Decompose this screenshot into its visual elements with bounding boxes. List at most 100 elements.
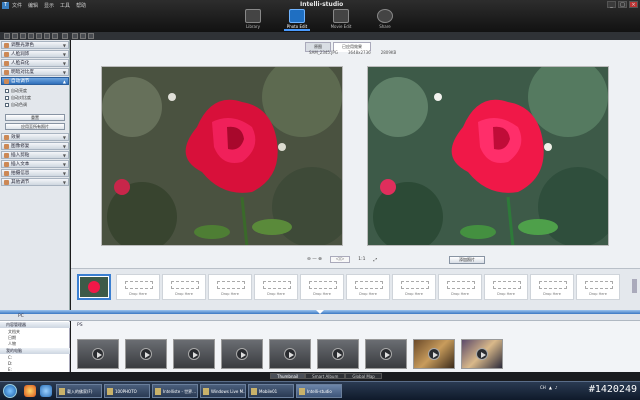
- redo-icon[interactable]: [62, 33, 68, 39]
- taskbar-item[interactable]: Mobile01: [248, 384, 294, 398]
- menu-tools[interactable]: 工具: [60, 2, 70, 9]
- menu-help[interactable]: 帮助: [76, 2, 86, 9]
- section-light[interactable]: 调整光源色 ▼: [1, 41, 69, 49]
- undo-icon[interactable]: [52, 33, 58, 39]
- section-info[interactable]: 拍摄信息 ▼: [1, 169, 69, 177]
- tree-item[interactable]: C:: [8, 355, 12, 360]
- tab-thumbnail[interactable]: Thumbnail: [270, 373, 306, 379]
- video-thumbnail[interactable]: [125, 339, 167, 369]
- video-thumbnail[interactable]: [461, 339, 503, 369]
- taskbar-item[interactable]: 载入的佛家(F): [56, 384, 102, 398]
- rotate-right-icon[interactable]: [80, 33, 86, 39]
- menu-file[interactable]: 文件: [12, 2, 22, 9]
- copy-icon[interactable]: [20, 33, 26, 39]
- section-text[interactable]: 插入文本 ▼: [1, 160, 69, 168]
- drop-label: Drop Here: [589, 292, 607, 296]
- drop-slot[interactable]: Drop Here: [392, 274, 436, 300]
- video-thumbnail[interactable]: [317, 339, 359, 369]
- section-face-whiten[interactable]: 人脸白化 ▼: [1, 59, 69, 67]
- drop-slot[interactable]: Drop Here: [576, 274, 620, 300]
- filmstrip-scroll-arrow[interactable]: [632, 279, 637, 293]
- print-icon[interactable]: [36, 33, 42, 39]
- section-clip[interactable]: 插入剪贴 ▼: [1, 151, 69, 159]
- checkbox[interactable]: [5, 103, 9, 107]
- tree-section-content-manager[interactable]: 内容管理器: [0, 322, 70, 328]
- actual-size-button[interactable]: 1:1: [358, 257, 365, 262]
- video-thumbnail[interactable]: [413, 339, 455, 369]
- rotate-left-icon[interactable]: [72, 33, 78, 39]
- drop-slot[interactable]: Drop Here: [530, 274, 574, 300]
- section-face-retouch[interactable]: 人脸润饰 ▼: [1, 50, 69, 58]
- tab-global-map[interactable]: Global Map: [345, 373, 382, 379]
- drop-slot[interactable]: Drop Here: [438, 274, 482, 300]
- drop-slot[interactable]: Drop Here: [208, 274, 252, 300]
- tree-item[interactable]: D:: [8, 361, 12, 366]
- zoom-slider[interactable]: ⊖ — ⊕: [307, 257, 322, 262]
- save-icon[interactable]: [4, 33, 10, 39]
- photo-original[interactable]: [101, 66, 343, 246]
- section-effect[interactable]: 效果 ▼: [1, 133, 69, 141]
- mode-movie-edit[interactable]: Movie Edit: [328, 9, 354, 31]
- chevron-down-icon: ▼: [62, 162, 66, 167]
- start-button[interactable]: [3, 384, 17, 398]
- option-auto-contrast[interactable]: 自动对比度: [5, 95, 31, 101]
- drop-slot[interactable]: Drop Here: [116, 274, 160, 300]
- video-thumbnail[interactable]: [269, 339, 311, 369]
- checkbox[interactable]: [5, 89, 9, 93]
- movie-edit-icon: [333, 9, 349, 23]
- photo-applied[interactable]: [367, 66, 609, 246]
- section-label: 人脸白化: [11, 61, 30, 66]
- minimize-button[interactable]: _: [607, 1, 616, 8]
- video-thumbnail[interactable]: [77, 339, 119, 369]
- fit-screen-icon[interactable]: ⤢: [374, 257, 378, 263]
- tab-smart-album[interactable]: Smart Album: [305, 373, 346, 379]
- taskbar-item-active[interactable]: Intelli-studio: [296, 384, 342, 398]
- export-icon[interactable]: [44, 33, 50, 39]
- tree-section-my-computer[interactable]: 我的电脑: [0, 348, 70, 354]
- tree-item[interactable]: 人物: [8, 341, 16, 347]
- reset-button[interactable]: 重置: [5, 114, 65, 121]
- language-icon[interactable]: CH: [540, 385, 546, 390]
- tray-expand-icon[interactable]: ▲: [549, 385, 552, 390]
- drop-slot[interactable]: Drop Here: [484, 274, 528, 300]
- close-button[interactable]: ×: [629, 1, 638, 8]
- ie-icon[interactable]: [40, 385, 52, 397]
- video-thumbnail[interactable]: [221, 339, 263, 369]
- apply-all-button[interactable]: 应用至所有照片: [5, 123, 65, 130]
- section-contrast[interactable]: 明暗对比度 ▼: [1, 68, 69, 76]
- section-label: 拍摄信息: [11, 171, 30, 176]
- filmstrip-thumbnail[interactable]: [77, 274, 111, 300]
- video-thumbnail[interactable]: [365, 339, 407, 369]
- drop-slot[interactable]: Drop Here: [254, 274, 298, 300]
- section-repair[interactable]: 图像修复 ▼: [1, 142, 69, 150]
- option-auto-brightness[interactable]: 自动亮度: [5, 88, 27, 94]
- mode-photo-edit[interactable]: Photo Edit: [284, 9, 310, 31]
- section-auto-adjust[interactable]: 自动调节 ▲: [1, 77, 69, 85]
- prev-next-button[interactable]: ◁ ▷: [329, 256, 351, 263]
- taskbar-item[interactable]: Intelliste - 世界...: [152, 384, 198, 398]
- menu-view[interactable]: 显示: [44, 2, 54, 9]
- maximize-button[interactable]: □: [618, 1, 627, 8]
- drop-placeholder-icon: [493, 281, 521, 289]
- add-photo-button[interactable]: 添加照片: [449, 256, 485, 264]
- system-tray: CH ▲ ♪: [540, 385, 557, 390]
- browser-icon[interactable]: [24, 385, 36, 397]
- video-thumbnail[interactable]: [173, 339, 215, 369]
- menu-edit[interactable]: 编辑: [28, 2, 38, 9]
- crop-icon[interactable]: [88, 33, 94, 39]
- taskbar-item[interactable]: 100PHOTO: [104, 384, 150, 398]
- save-as-icon[interactable]: [12, 33, 18, 39]
- mode-share[interactable]: Share: [372, 9, 398, 31]
- drop-slot[interactable]: Drop Here: [346, 274, 390, 300]
- drop-placeholder-icon: [309, 281, 337, 289]
- drop-slot[interactable]: Drop Here: [162, 274, 206, 300]
- paste-icon[interactable]: [28, 33, 34, 39]
- taskbar-item[interactable]: Windows Live M...: [200, 384, 246, 398]
- option-auto-tone[interactable]: 自动色调: [5, 102, 27, 108]
- section-other[interactable]: 其他调节 ▼: [1, 178, 69, 186]
- drop-slot[interactable]: Drop Here: [300, 274, 344, 300]
- checkbox[interactable]: [5, 96, 9, 100]
- mode-library[interactable]: Library: [240, 9, 266, 31]
- play-icon: [236, 348, 248, 360]
- volume-icon[interactable]: ♪: [555, 385, 558, 390]
